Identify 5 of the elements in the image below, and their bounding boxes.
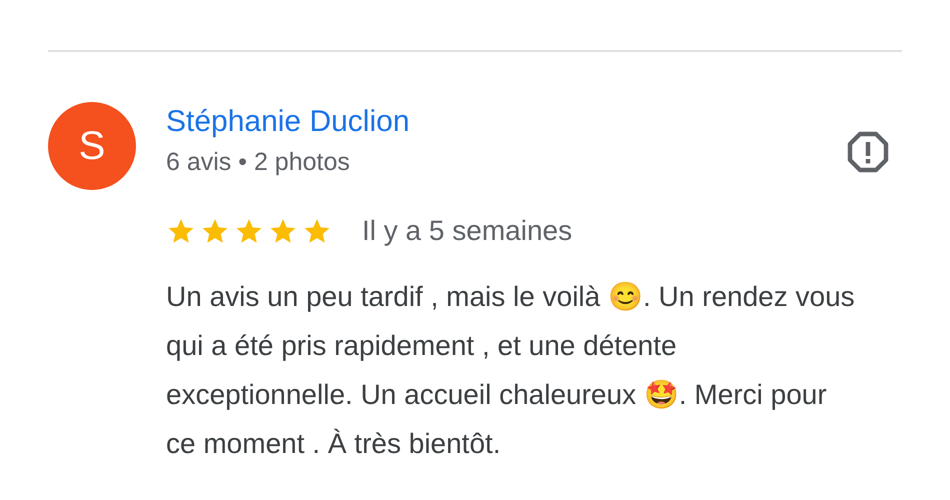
author-stats: 6 avis • 2 photos	[166, 147, 351, 178]
author-name[interactable]: Stéphanie Duclion	[166, 102, 410, 142]
review-time: Il y a 5 semaines	[362, 214, 572, 248]
review-text: Un avis un peu tardif , mais le voilà 😊. Un rendez vous qui a été pris rapidement , et une détente exceptionnelle. Un accueil chaleureux 🤩. Merci pour ce moment . À très bientôt.	[166, 280, 856, 461]
avatar: S	[48, 102, 136, 190]
